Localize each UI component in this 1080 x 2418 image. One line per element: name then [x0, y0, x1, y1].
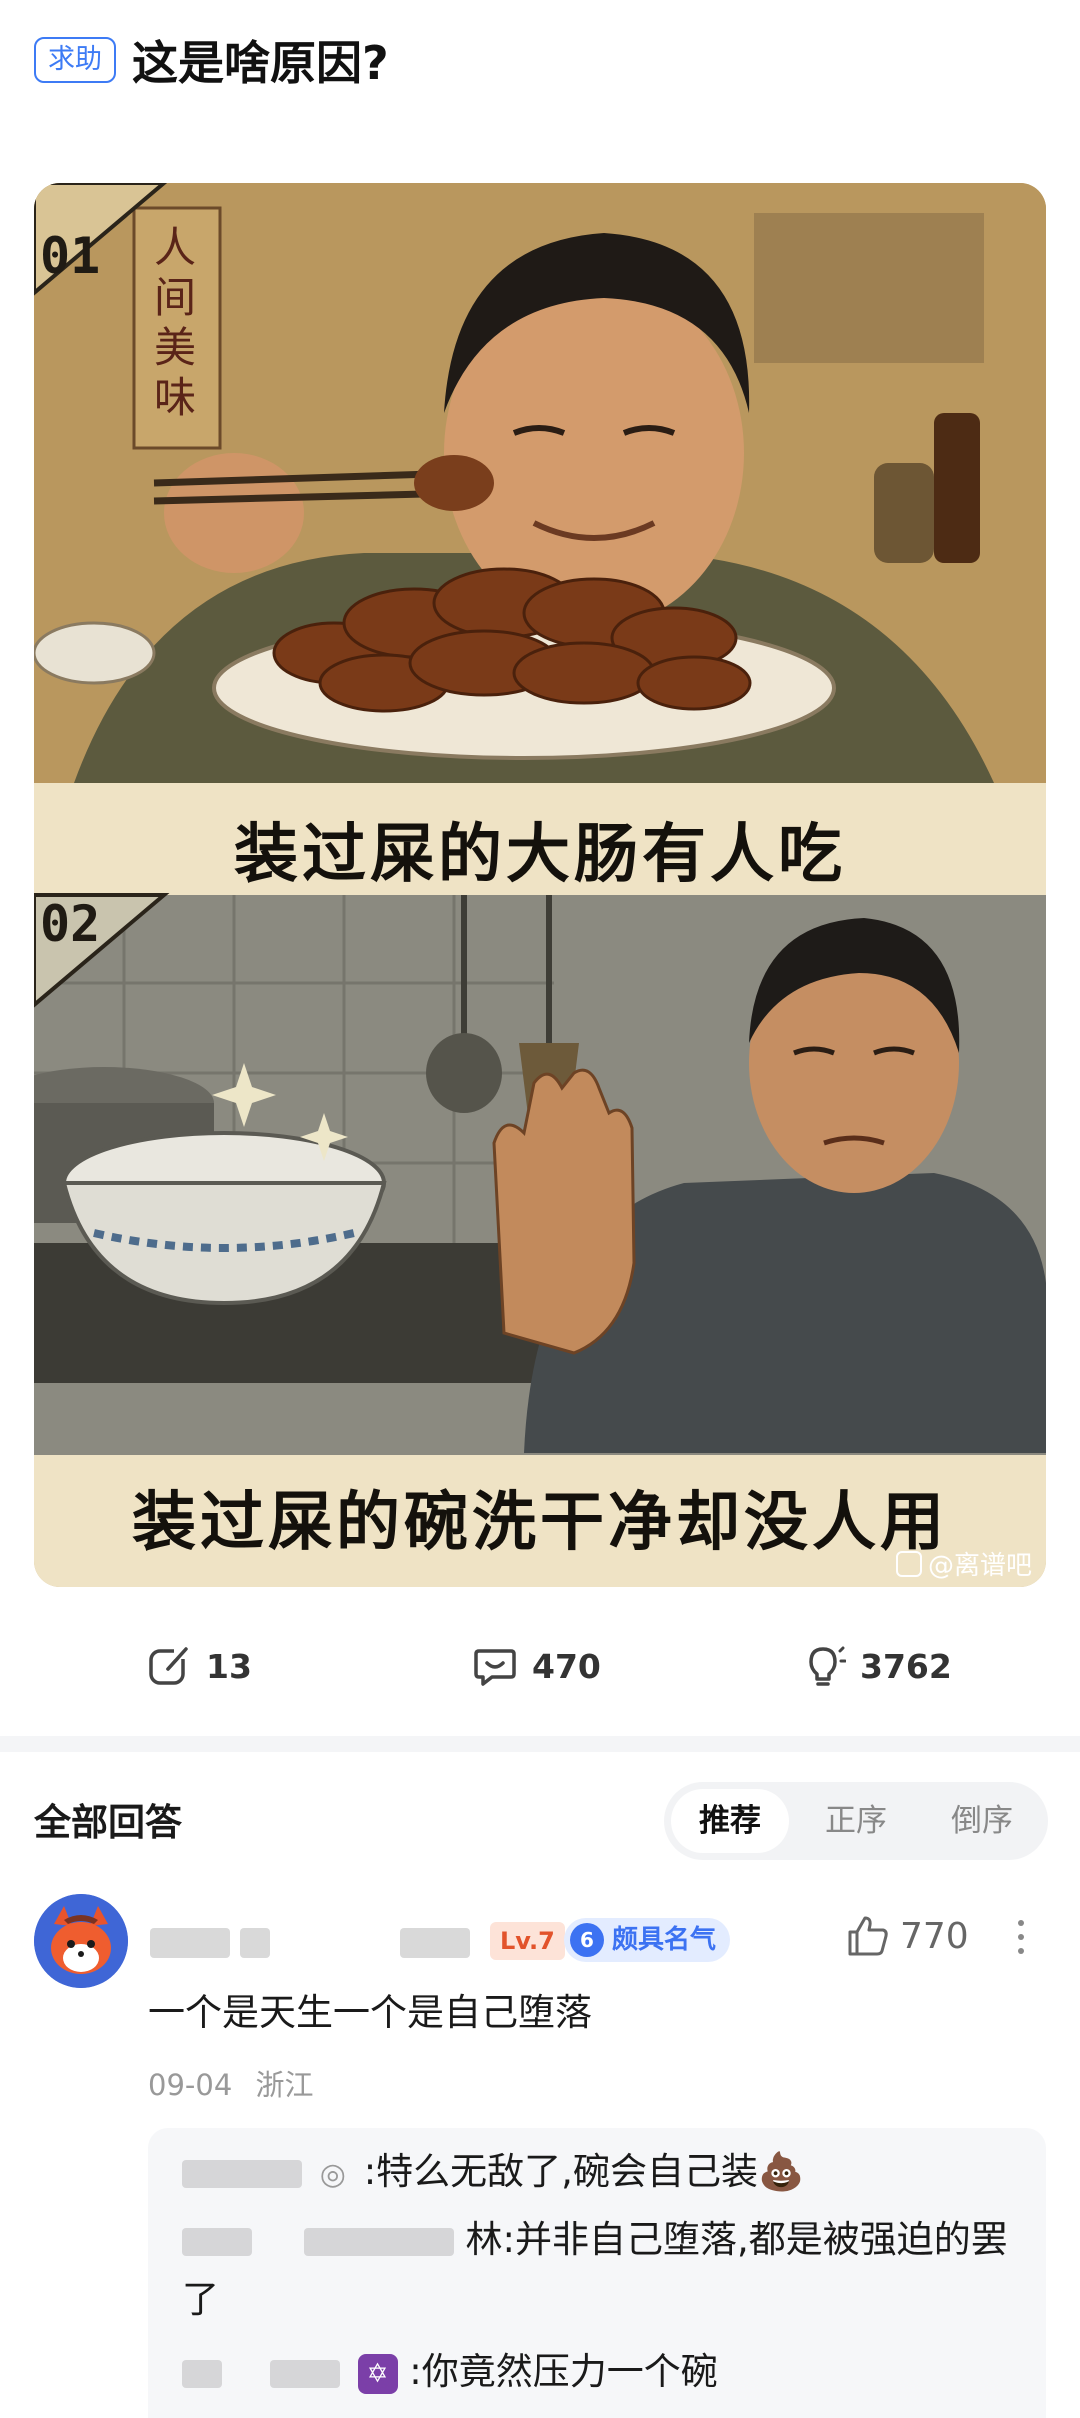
username-redacted: [240, 1928, 270, 1958]
reply-author-redacted: [303, 2227, 454, 2256]
answers-header: 全部回答 推荐 正序 倒序: [0, 1770, 1080, 1880]
post-title: 这是啥原因?: [132, 36, 389, 90]
share-button[interactable]: 13: [146, 1628, 252, 1704]
sort-recommended[interactable]: 推荐: [671, 1789, 789, 1853]
reply-item[interactable]: ◎ :特么无敌了,碗会自己装💩: [182, 2142, 804, 2205]
username-redacted: [400, 1928, 470, 1958]
thumbs-up-icon: [848, 1916, 888, 1956]
star-badge-icon: ✡: [357, 2353, 398, 2394]
sort-toggle: 推荐 正序 倒序: [664, 1782, 1048, 1860]
fame-label: 颇具名气: [612, 1925, 717, 1955]
comment-text: 一个是天生一个是自己堕落: [148, 1991, 592, 2034]
reply-item[interactable]: 林:并非自己堕落,都是被强迫的罢了: [182, 2210, 1022, 2330]
reply-list[interactable]: ◎ :特么无敌了,碗会自己装💩 林:并非自己堕落,都是被强迫的罢了 ✡ :你竟然…: [148, 2128, 1046, 2418]
post-stats-bar: 13 470 3762: [0, 1628, 1080, 1704]
reply-text: :你竟然压力一个碗: [409, 2350, 718, 2393]
section-divider: [0, 1736, 1080, 1752]
like-count-post: 3762: [860, 1646, 952, 1686]
weibo-icon: [895, 1550, 922, 1577]
comment-button[interactable]: 470: [472, 1628, 601, 1704]
comment-like-count: 770: [900, 1915, 969, 1957]
like-button[interactable]: 3762: [800, 1628, 952, 1704]
reply-author-redacted: [182, 2227, 252, 2256]
comment-date: 09-04: [148, 2068, 233, 2102]
more-options-icon[interactable]: [1016, 1916, 1026, 1962]
panel2-caption: 装过屎的碗洗干净却没人用: [132, 1486, 948, 1560]
watermark-text: @离谱吧: [927, 1551, 1032, 1581]
comment-like-button[interactable]: 770: [846, 1914, 969, 1958]
reply-author-suffix: 林: [465, 2218, 503, 2261]
help-tag[interactable]: 求助: [34, 37, 116, 83]
user-level-badge: Lv.7: [490, 1922, 565, 1960]
reply-text: :特么无敌了,碗会自己装💩: [363, 2150, 805, 2193]
username-redacted: [150, 1928, 230, 1958]
comment-icon: [474, 1649, 516, 1686]
reply-author-redacted: [269, 2359, 340, 2388]
reply-item[interactable]: ✡ :你竟然压力一个碗: [182, 2342, 718, 2402]
share-count: 13: [206, 1646, 252, 1686]
fame-badge: 6 颇具名气: [564, 1918, 731, 1962]
comment-meta: 09-04 浙江: [148, 2062, 314, 2104]
restaurant-sign: 人间美味: [153, 223, 196, 422]
lightbulb-icon: [809, 1646, 846, 1686]
reply-author-redacted: [182, 2359, 222, 2388]
panel2-number: 02: [40, 895, 101, 953]
comment-location: 浙江: [255, 2068, 314, 2102]
post-image[interactable]: 01 人间美味 装过屎的大肠有人吃 02 装过屎的碗洗干净却没人用 @离谱吧: [34, 183, 1046, 1587]
fame-level-icon: 6: [570, 1923, 604, 1957]
reply-author-redacted: [182, 2159, 302, 2188]
panel1-number: 01: [40, 227, 101, 285]
answers-title: 全部回答: [34, 1801, 182, 1844]
comment-count: 470: [532, 1646, 601, 1686]
fox-avatar-icon: [34, 1894, 128, 1988]
sort-ascending[interactable]: 正序: [797, 1789, 915, 1853]
post-header: 求助 这是啥原因?: [34, 28, 389, 92]
sort-descending[interactable]: 倒序: [923, 1789, 1041, 1853]
share-icon: [149, 1645, 190, 1685]
panel1-caption: 装过屎的大肠有人吃: [234, 818, 846, 892]
avatar[interactable]: [34, 1894, 128, 1988]
user-badge-icon: ◎: [319, 2157, 346, 2192]
image-watermark: @离谱吧: [895, 1545, 1032, 1582]
